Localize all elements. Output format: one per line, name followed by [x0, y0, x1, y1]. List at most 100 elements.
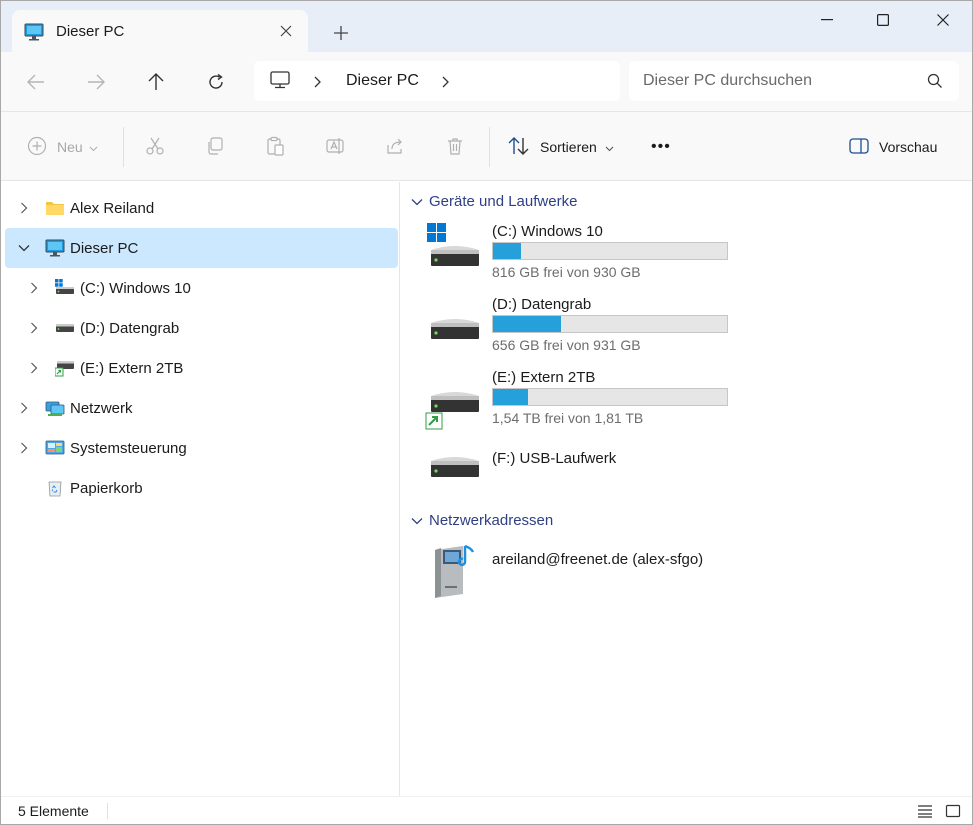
group-header-network[interactable]: Netzwerkadressen	[411, 512, 553, 529]
shared-drive-icon	[55, 358, 75, 378]
chevron-right-icon[interactable]	[17, 201, 31, 215]
tiles-view-icon[interactable]	[943, 801, 963, 821]
navigation-bar: Dieser PC Dieser PC durchsuchen	[1, 52, 972, 111]
network-icon	[45, 398, 65, 418]
navigation-pane: Alex Reiland Dieser PC (C:) Windows 10 (…	[1, 182, 400, 796]
cut-button[interactable]	[145, 135, 165, 159]
more-dots-icon: •••	[651, 138, 671, 155]
chevron-down-icon[interactable]	[411, 517, 423, 525]
forward-arrow-icon[interactable]	[81, 67, 111, 97]
media-server-icon	[425, 542, 485, 606]
sidebar-item-dieser-pc[interactable]: Dieser PC	[5, 228, 398, 268]
sidebar-item-label: Papierkorb	[70, 479, 143, 497]
sort-button[interactable]: Sortieren	[508, 135, 614, 159]
drive-name: (F:) USB-Laufwerk	[492, 450, 617, 467]
chevron-right-icon[interactable]	[314, 75, 322, 91]
maximize-icon[interactable]	[855, 5, 911, 35]
windows-drive-icon	[425, 222, 485, 282]
sidebar-item-drive-d[interactable]: (D:) Datengrab	[5, 308, 398, 348]
item-count: 5 Elemente	[18, 803, 89, 819]
drive-name: (E:) Extern 2TB	[492, 369, 596, 386]
control-panel-icon	[45, 438, 65, 458]
address-bar[interactable]: Dieser PC	[254, 61, 620, 101]
drive-icon	[55, 318, 75, 338]
chevron-right-icon[interactable]	[27, 281, 41, 295]
recycle-bin-icon	[45, 478, 65, 498]
search-input[interactable]: Dieser PC durchsuchen	[629, 61, 959, 101]
drive-tile-d[interactable]: (D:) Datengrab 656 GB frei von 931 GB	[425, 295, 735, 355]
back-arrow-icon[interactable]	[21, 67, 51, 97]
drive-usage-bar	[492, 315, 728, 333]
rename-icon	[325, 136, 345, 159]
toolbar-divider	[123, 127, 124, 167]
sidebar-item-drive-e[interactable]: (E:) Extern 2TB	[5, 348, 398, 388]
new-button-label: Neu	[57, 139, 83, 155]
drive-usage-bar	[492, 242, 728, 260]
sidebar-item-drive-c[interactable]: (C:) Windows 10	[5, 268, 398, 308]
chevron-right-icon[interactable]	[442, 75, 450, 91]
search-icon[interactable]	[927, 73, 943, 92]
drive-free-space: 656 GB frei von 931 GB	[492, 337, 641, 353]
chevron-down-icon	[605, 139, 614, 155]
sidebar-item-label: (D:) Datengrab	[80, 319, 180, 337]
drive-tile-c[interactable]: (C:) Windows 10 816 GB frei von 930 GB	[425, 222, 735, 282]
folder-icon	[45, 198, 65, 218]
sidebar-item-label: Netzwerk	[70, 399, 133, 417]
sidebar-item-systemsteuerung[interactable]: Systemsteuerung	[5, 428, 398, 468]
close-icon[interactable]	[915, 5, 971, 35]
drive-usage-fill	[493, 243, 522, 259]
drive-free-space: 816 GB frei von 930 GB	[492, 264, 641, 280]
file-explorer-window: Dieser PC Dieser PC Dieser PC durchsuche…	[0, 0, 973, 825]
search-placeholder: Dieser PC durchsuchen	[643, 72, 812, 89]
plus-circle-icon	[27, 136, 47, 159]
chevron-down-icon[interactable]	[411, 198, 423, 206]
more-options-button[interactable]: •••	[651, 135, 671, 159]
pc-icon	[45, 238, 65, 258]
copy-button[interactable]	[205, 135, 225, 159]
sidebar-item-papierkorb[interactable]: Papierkorb	[5, 468, 398, 508]
sidebar-item-alex-reiland[interactable]: Alex Reiland	[5, 188, 398, 228]
tab-dieser-pc[interactable]: Dieser PC	[12, 10, 308, 52]
close-tab-icon[interactable]	[276, 21, 296, 41]
group-header-devices[interactable]: Geräte und Laufwerke	[411, 193, 577, 210]
chevron-right-icon[interactable]	[17, 401, 31, 415]
chevron-down-icon[interactable]	[17, 241, 31, 255]
paste-button[interactable]	[265, 135, 285, 159]
group-title: Geräte und Laufwerke	[429, 193, 578, 210]
rename-button[interactable]	[325, 135, 345, 159]
chevron-right-icon[interactable]	[17, 441, 31, 455]
delete-button[interactable]	[445, 135, 465, 159]
sort-button-label: Sortieren	[540, 139, 597, 155]
tab-title: Dieser PC	[56, 23, 125, 40]
drive-tile-f[interactable]: (F:) USB-Laufwerk	[425, 449, 735, 509]
pc-icon	[270, 71, 290, 92]
status-bar: 5 Elemente	[1, 796, 972, 824]
drive-usage-bar	[492, 388, 728, 406]
copy-icon	[205, 136, 225, 159]
preview-button-label: Vorschau	[879, 139, 938, 155]
share-icon	[385, 136, 405, 159]
share-button[interactable]	[385, 135, 405, 159]
preview-button[interactable]: Vorschau	[849, 135, 937, 159]
drive-usage-fill	[493, 389, 529, 405]
details-view-icon[interactable]	[915, 801, 935, 821]
drive-icon	[425, 449, 485, 509]
sidebar-item-label: (C:) Windows 10	[80, 279, 191, 297]
network-location-tile[interactable]: areiland@freenet.de (alex-sfgo)	[425, 542, 735, 606]
sidebar-item-netzwerk[interactable]: Netzwerk	[5, 388, 398, 428]
refresh-icon[interactable]	[201, 67, 231, 97]
new-tab-icon[interactable]	[330, 22, 352, 44]
up-arrow-icon[interactable]	[141, 67, 171, 97]
new-button[interactable]: Neu	[27, 135, 98, 159]
breadcrumb-dieser-pc[interactable]: Dieser PC	[346, 72, 419, 90]
sort-arrows-icon	[508, 136, 530, 159]
status-divider	[107, 803, 108, 819]
chevron-right-icon[interactable]	[27, 361, 41, 375]
drive-tile-e[interactable]: (E:) Extern 2TB 1,54 TB frei von 1,81 TB	[425, 368, 735, 430]
minimize-icon[interactable]	[799, 5, 855, 35]
windows-drive-icon	[55, 278, 75, 298]
sidebar-item-label: Alex Reiland	[70, 199, 155, 217]
network-location-name: areiland@freenet.de (alex-sfgo)	[492, 551, 704, 568]
toolbar-divider	[489, 127, 490, 167]
chevron-right-icon[interactable]	[27, 321, 41, 335]
